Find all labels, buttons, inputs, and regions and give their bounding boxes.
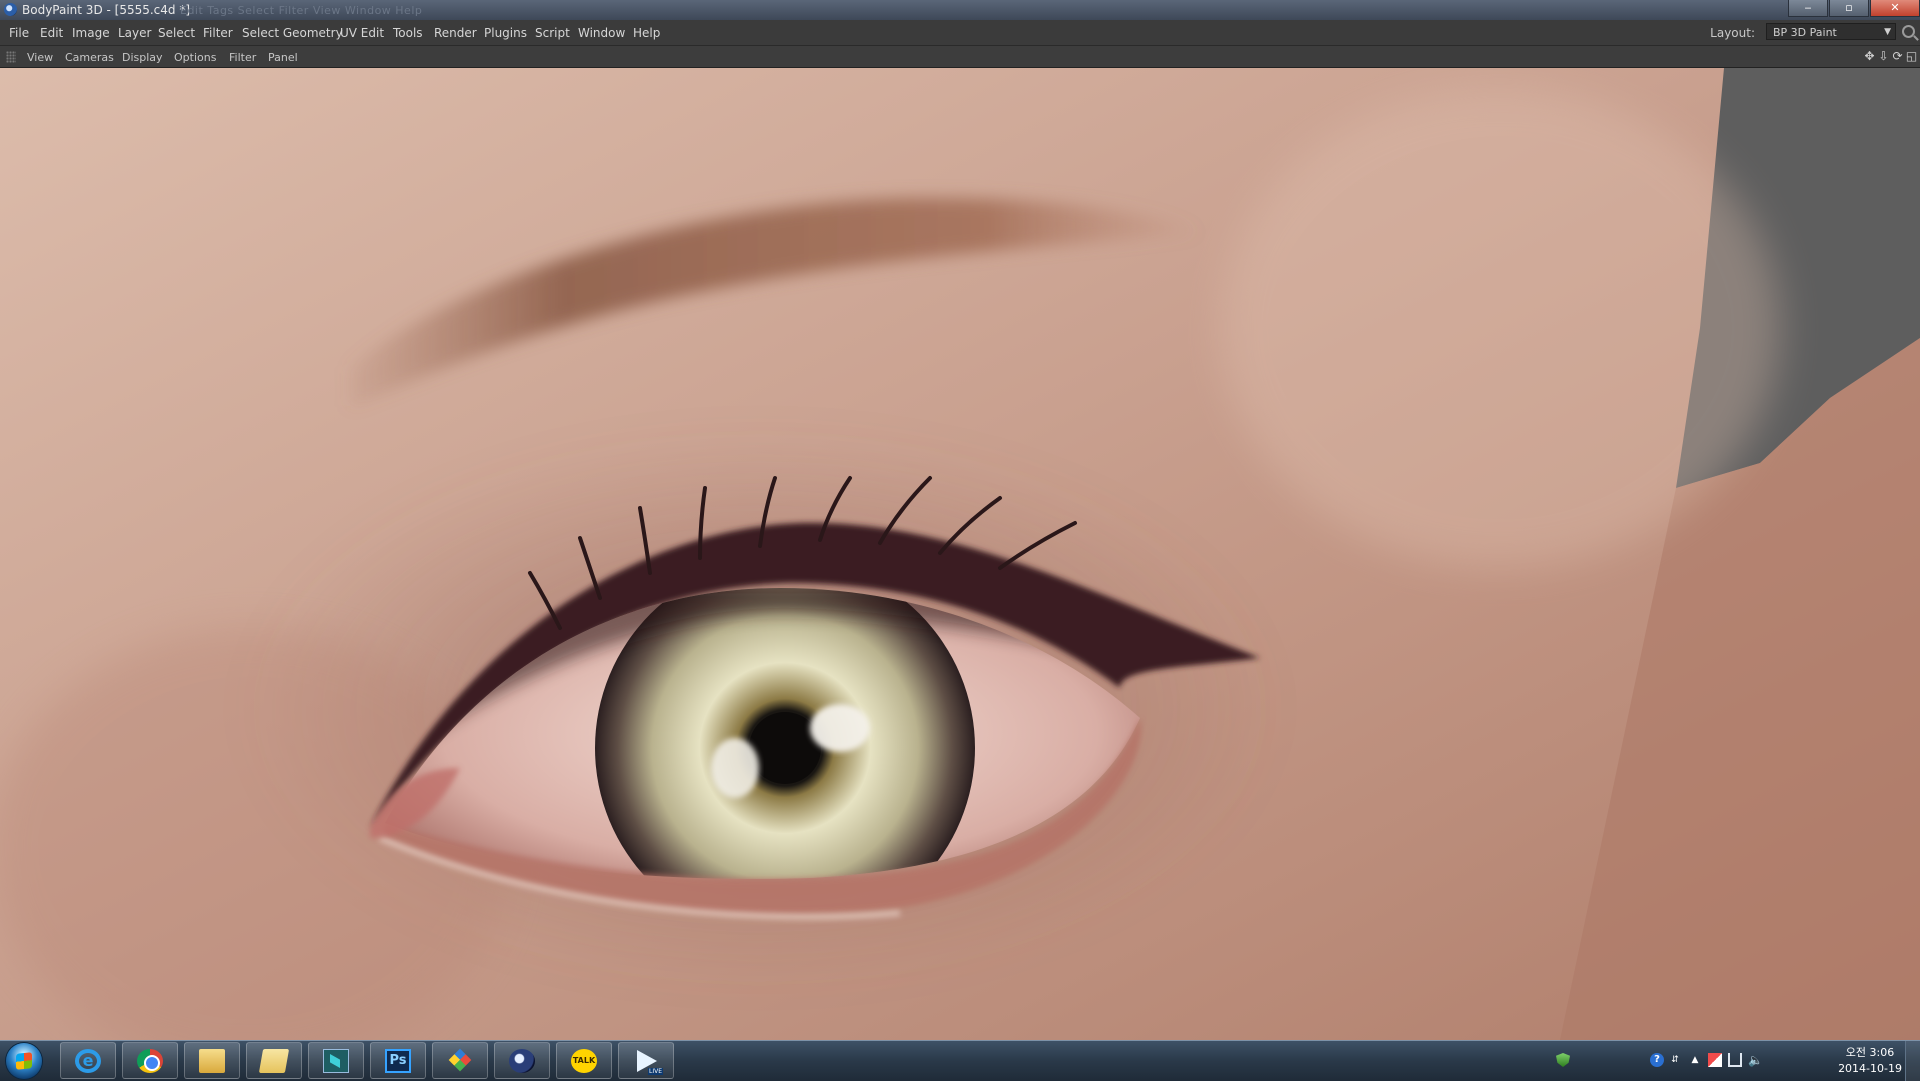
- menu-uv-edit[interactable]: UV Edit: [340, 26, 384, 40]
- menu-window[interactable]: Window: [578, 26, 625, 40]
- folder-icon: [258, 1049, 290, 1073]
- taskbar-live-player[interactable]: LIVE: [618, 1042, 674, 1079]
- cinema4d-icon: [509, 1049, 535, 1073]
- help-icon[interactable]: ?: [1650, 1053, 1664, 1067]
- viewport-menu-view[interactable]: View: [27, 51, 53, 64]
- taskbar-folder[interactable]: [246, 1042, 302, 1079]
- system-tray: ? ⇵ ▲ 🔈: [1460, 1041, 1860, 1081]
- internet-explorer-icon: e: [75, 1049, 101, 1073]
- highlight-left: [711, 738, 759, 798]
- viewport-menu-bar: View Cameras Display Options Filter Pane…: [0, 46, 1920, 68]
- clock-date: 2014-10-19: [1838, 1062, 1902, 1075]
- main-menu-bar: File Edit Image Layer Select Filter Sele…: [0, 20, 1920, 46]
- window-title: BodyPaint 3D - [5555.c4d *]: [22, 3, 191, 17]
- taskbar-cinema4d[interactable]: [494, 1042, 550, 1079]
- network-icon[interactable]: [1728, 1053, 1742, 1067]
- show-hidden-icons-icon[interactable]: ▲: [1688, 1053, 1702, 1067]
- menu-edit[interactable]: Edit: [40, 26, 63, 40]
- menu-filter[interactable]: Filter: [203, 26, 233, 40]
- kakaotalk-icon: TALK: [571, 1049, 597, 1073]
- live-label: LIVE: [647, 1068, 663, 1075]
- taskbar-photoshop[interactable]: Ps: [370, 1042, 426, 1079]
- panel-grip-icon[interactable]: [6, 51, 16, 63]
- menu-select[interactable]: Select: [158, 26, 195, 40]
- system-clock[interactable]: 오전 3:06 2014-10-19: [1838, 1045, 1902, 1077]
- taskbar-chrome[interactable]: [122, 1042, 178, 1079]
- switch-view-icon[interactable]: ◱: [1905, 50, 1918, 63]
- menu-file[interactable]: File: [9, 26, 29, 40]
- viewport-menu-display[interactable]: Display: [122, 51, 163, 64]
- search-icon[interactable]: [1902, 25, 1915, 38]
- title-bar: BodyPaint 3D - [5555.c4d *] Edit Tags Se…: [0, 0, 1920, 20]
- zoom-view-icon[interactable]: ⇩: [1877, 50, 1890, 63]
- menu-help[interactable]: Help: [633, 26, 660, 40]
- layout-dropdown-value: BP 3D Paint: [1773, 26, 1837, 39]
- action-center-flag-icon[interactable]: [1708, 1053, 1722, 1067]
- menu-image[interactable]: Image: [72, 26, 110, 40]
- live-player-icon: LIVE: [633, 1049, 663, 1075]
- window-controls: ‒ ▫ ✕: [1787, 0, 1920, 18]
- taskbar-internet-explorer[interactable]: e: [60, 1042, 116, 1079]
- taskbar-file-explorer[interactable]: [184, 1042, 240, 1079]
- clock-time: 오전 3:06: [1845, 1046, 1895, 1059]
- security-shield-icon[interactable]: [1556, 1053, 1570, 1067]
- maximize-button[interactable]: ▫: [1829, 0, 1869, 17]
- layout-dropdown[interactable]: BP 3D Paint ▼: [1766, 23, 1896, 40]
- file-explorer-icon: [199, 1049, 225, 1073]
- chevron-down-icon: ▼: [1884, 27, 1891, 37]
- pupil: [749, 712, 821, 784]
- viewport-menu-panel[interactable]: Panel: [268, 51, 298, 64]
- menu-select-geometry[interactable]: Select Geometry: [242, 26, 343, 40]
- highlight-right: [810, 704, 870, 752]
- ime-icon[interactable]: ⇵: [1668, 1053, 1682, 1067]
- windows-taskbar: e Ps TALK LIVE ? ⇵ ▲ 🔈 오전 3:06 2014-10-1…: [0, 1040, 1920, 1081]
- background-window-menu: Edit Tags Select Filter View Window Help: [180, 4, 423, 17]
- rotate-view-icon[interactable]: ⟳: [1891, 50, 1904, 63]
- chrome-icon: [137, 1049, 163, 1073]
- 3d-viewport[interactable]: [0, 68, 1920, 1040]
- maya-icon: [323, 1049, 349, 1073]
- menu-plugins[interactable]: Plugins: [484, 26, 527, 40]
- painted-eye-render: [0, 68, 1920, 1040]
- minimize-button[interactable]: ‒: [1788, 0, 1828, 17]
- menu-render[interactable]: Render: [434, 26, 477, 40]
- close-button[interactable]: ✕: [1870, 0, 1920, 17]
- viewport-menu-filter[interactable]: Filter: [229, 51, 256, 64]
- show-desktop-button[interactable]: [1905, 1041, 1920, 1081]
- diamond-app-icon: [447, 1049, 473, 1073]
- layout-label: Layout:: [1710, 26, 1755, 40]
- move-view-icon[interactable]: ✥: [1863, 50, 1876, 63]
- taskbar-kakaotalk[interactable]: TALK: [556, 1042, 612, 1079]
- windows-logo-icon: [16, 1052, 32, 1070]
- start-button[interactable]: [6, 1043, 42, 1079]
- menu-tools[interactable]: Tools: [393, 26, 423, 40]
- photoshop-icon: Ps: [385, 1049, 411, 1073]
- menu-script[interactable]: Script: [535, 26, 570, 40]
- menu-layer[interactable]: Layer: [118, 26, 151, 40]
- viewport-menu-options[interactable]: Options: [174, 51, 216, 64]
- taskbar-maya[interactable]: [308, 1042, 364, 1079]
- bodypaint-app-icon[interactable]: [4, 3, 17, 16]
- viewport-menu-cameras[interactable]: Cameras: [65, 51, 114, 64]
- taskbar-diamond-app[interactable]: [432, 1042, 488, 1079]
- volume-icon[interactable]: 🔈: [1748, 1053, 1763, 1067]
